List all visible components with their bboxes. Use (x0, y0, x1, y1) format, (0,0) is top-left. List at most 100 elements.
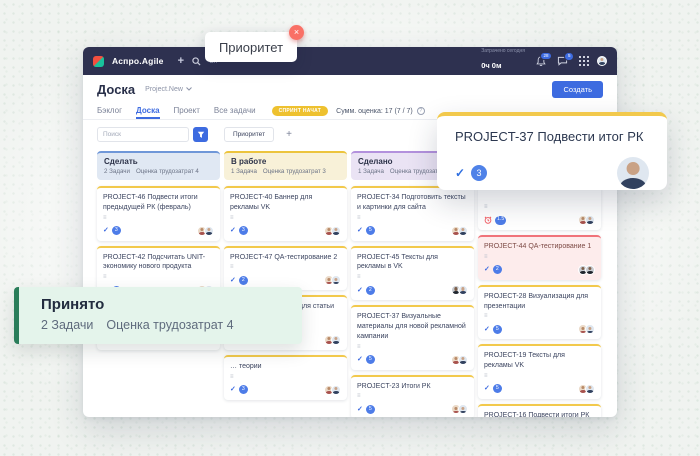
column-header[interactable]: В работе 1 Задача Оценка трудозатрат 3 (224, 151, 347, 180)
navbar-right-group: Затрачено сегодня 0ч 0м 28 5 (481, 48, 607, 73)
check-icon: ✓ (484, 385, 490, 392)
task-card[interactable]: PROJECT-45 Тексты для рекламы в VK ≡ ✓ 2 (351, 246, 474, 301)
task-card-title: PROJECT-23 Итоги РК (357, 382, 468, 392)
assignee-avatars (324, 275, 341, 285)
messages-button[interactable]: 5 (557, 56, 568, 66)
assignee-avatars (451, 355, 468, 365)
task-card[interactable]: PROJECT-28 Визуализация для презентации … (478, 285, 601, 340)
estimate-badge: 3 (471, 165, 487, 181)
tab-проект[interactable]: Проект (174, 103, 200, 119)
task-card-title: … теории (230, 362, 341, 372)
priority-filter-chip[interactable]: Приоритет (224, 127, 274, 142)
check-icon: ✓ (230, 386, 236, 393)
task-card-status: ✓ 3 (230, 385, 248, 394)
task-card[interactable]: PROJECT-16 Подвести итоги РК ≡ ✓ (478, 404, 601, 417)
column-meta: 2 Задачи Оценка трудозатрат 4 (104, 168, 213, 175)
task-card[interactable]: PROJECT-40 Баннер для рекламы VK ≡ ✓ 3 (224, 186, 347, 241)
task-card[interactable]: PROJECT-46 Подвести итоги предыдущей РК … (97, 186, 220, 241)
task-card[interactable]: PROJECT-37 Визуальные материалы для ново… (351, 305, 474, 369)
assignee-avatars (578, 215, 595, 225)
tab-все-задачи[interactable]: Все задачи (214, 103, 256, 119)
apps-grid-icon[interactable] (579, 56, 589, 66)
estimate-badge: 5 (366, 355, 375, 364)
avatar (331, 226, 341, 236)
avatar (331, 385, 341, 395)
tab-бэклог[interactable]: Бэклог (97, 103, 122, 119)
task-card-status: ✓ 5 (357, 405, 375, 414)
kanban-column: Сделано 1 Задача Оценка трудозатрат PROJ… (351, 151, 474, 417)
assignee-avatars (578, 265, 595, 275)
sprint-summary: Сумм. оценка: 17 (7 / 7) (336, 108, 413, 115)
app-window: Аспро.Agile + Сп Затрачено сегодня 0ч 0м… (83, 47, 617, 417)
task-card[interactable]: PROJECT-19 Тексты для рекламы VK ≡ ✓ 5 (478, 344, 601, 399)
notifications-button[interactable]: 28 (536, 56, 546, 67)
column-cards: PROJECT-34 Подготовить тексты и картинки… (351, 186, 474, 417)
top-navbar: Аспро.Agile + Сп Затрачено сегодня 0ч 0м… (83, 47, 617, 75)
assignee-avatars (324, 385, 341, 395)
task-card-footer: ✓ 1.5 (484, 215, 595, 225)
time-tracker[interactable]: Затрачено сегодня 0ч 0м (481, 48, 525, 73)
avatar (585, 384, 595, 394)
estimate-badge: 3 (239, 226, 248, 235)
column-header[interactable]: Сделать 2 Задачи Оценка трудозатрат 4 (97, 151, 220, 180)
task-card-title: PROJECT-28 Визуализация для презентации (484, 292, 595, 312)
accepted-column-popup: Принято 2 Задачи Оценка трудозатрат 4 (14, 287, 302, 344)
notifications-badge: 28 (540, 52, 552, 61)
task-card[interactable]: … теории ≡ ✓ 3 (224, 355, 347, 400)
task-popup-footer: ✓ 3 (455, 157, 649, 189)
search-icon[interactable] (192, 57, 201, 66)
task-card[interactable]: PROJECT-23 Итоги РК ≡ ✓ 5 (351, 375, 474, 417)
task-card[interactable]: ≡ ✓ 1.5 (478, 186, 601, 230)
check-icon: ✓ (103, 227, 109, 234)
description-icon: ≡ (357, 215, 468, 221)
check-icon: ✓ (357, 406, 363, 413)
task-card-footer: ✓ 5 (357, 404, 468, 414)
task-card-popup[interactable]: PROJECT-37 Подвести итог РК ✓ 3 (437, 112, 667, 190)
kanban-column: В работе 1 Задача Оценка трудозатрат 3 P… (224, 151, 347, 400)
avatar (458, 404, 468, 414)
search-input[interactable] (97, 127, 189, 142)
user-avatar[interactable] (597, 56, 607, 66)
kanban-column: Принято 2 Задачи Оценка трудозатрат 4 ≡ … (478, 151, 601, 417)
description-icon: ≡ (357, 274, 468, 280)
column-estimate: Оценка трудозатрат 4 (136, 168, 199, 175)
project-select[interactable]: Project.New (145, 86, 192, 93)
estimate-badge: 5 (366, 226, 375, 235)
task-card-status: ✓ 5 (357, 226, 375, 235)
help-icon[interactable]: ? (417, 107, 425, 115)
description-icon: ≡ (357, 393, 468, 399)
estimate-badge: 2 (493, 265, 502, 274)
filter-button[interactable] (193, 127, 208, 142)
messages-badge: 5 (564, 52, 574, 61)
task-card-title: PROJECT-19 Тексты для рекламы VK (484, 351, 595, 371)
description-icon: ≡ (484, 254, 595, 260)
task-card-status: ✓ 3 (103, 226, 121, 235)
create-button[interactable]: Создать (552, 81, 603, 98)
accepted-task-count: 2 Задачи (41, 318, 93, 332)
column-title: Сделать (104, 157, 213, 166)
time-tracker-value: 0ч 0м (481, 61, 501, 70)
avatar (458, 355, 468, 365)
tab-доска[interactable]: Доска (136, 103, 159, 119)
assignee-avatars (451, 226, 468, 236)
add-icon[interactable]: + (178, 56, 184, 67)
task-card-status: ✓ 3 (230, 226, 248, 235)
task-card[interactable]: PROJECT-44 QA-тестирование 1 ≡ ✓ 2 (478, 235, 601, 280)
avatar (585, 215, 595, 225)
page-title: Доска (97, 82, 135, 97)
estimate-badge: 2 (239, 276, 248, 285)
task-card-footer: ✓ 3 (230, 385, 341, 395)
task-card-status: ✓ 2 (230, 276, 248, 285)
add-filter-button[interactable]: + (286, 130, 292, 140)
check-icon: ✓ (357, 287, 363, 294)
assignee-avatars (324, 226, 341, 236)
estimate-badge: 5 (493, 384, 502, 393)
estimate-badge: 1.5 (495, 216, 506, 225)
task-card[interactable]: PROJECT-34 Подготовить тексты и картинки… (351, 186, 474, 241)
column-estimate: Оценка трудозатрат 3 (263, 168, 326, 175)
column-task-count: 1 Задача (231, 168, 257, 175)
accepted-estimate: Оценка трудозатрат 4 (106, 318, 233, 332)
task-card[interactable]: PROJECT-47 QA-тестирование 2 ≡ ✓ 2 (224, 246, 347, 291)
priority-tooltip-text: Приоритет (219, 40, 283, 55)
close-icon[interactable]: × (289, 25, 304, 40)
